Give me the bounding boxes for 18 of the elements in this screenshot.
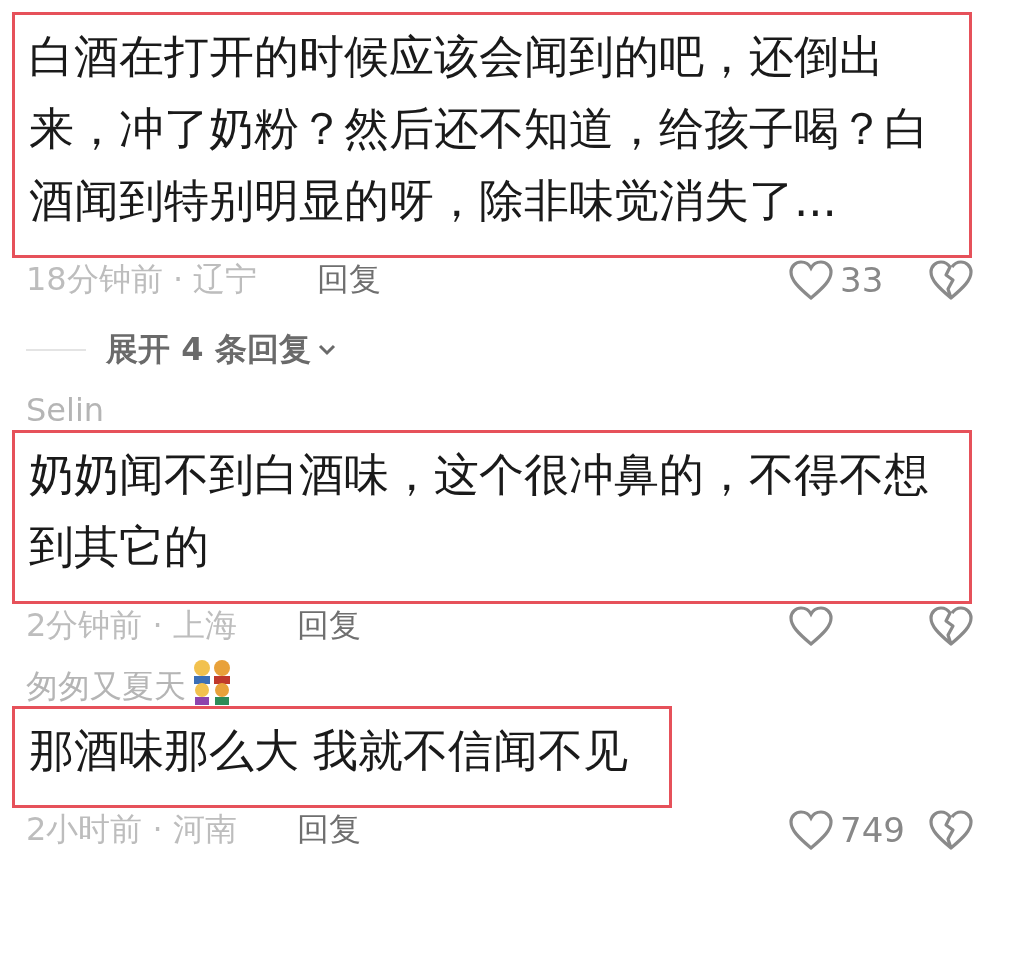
comment-text: 白酒在打开的时候应该会闻到的吧，还倒出来，冲了奶粉？然后还不知道，给孩子喝？白酒闻到特别明显的呀，除非味觉消失了... [12,12,972,258]
reply-link[interactable]: 回复 [317,258,382,302]
comment-text: 那酒味那么大 我就不信闻不见 [12,706,672,808]
heart-icon[interactable] [788,809,834,851]
comment-time-location: 18分钟前 · 辽宁 [26,259,258,300]
heart-icon[interactable] [788,259,834,301]
username: Selin [25,390,105,430]
like-count: 33 [840,260,884,300]
username: 匆匆又夏天 [25,666,186,706]
expand-replies-button[interactable]: 展开 4 条回复 [106,328,337,372]
comment-text: 奶奶闻不到白酒味，这个很冲鼻的，不得不想到其它的 [12,430,972,604]
comment-time-location: 2分钟前 · 上海 [26,605,237,646]
chevron-down-icon [316,343,337,357]
like-count: 749 [840,810,905,850]
reply-link[interactable]: 回复 [296,808,361,852]
comment-time-location: 2小时前 · 河南 [26,809,237,850]
reply-link[interactable]: 回复 [296,604,361,648]
heart-icon[interactable] [788,605,834,647]
